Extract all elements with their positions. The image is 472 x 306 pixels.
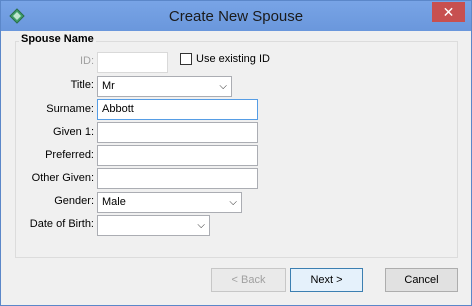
next-button[interactable]: Next > (290, 268, 363, 292)
dialog-body: Spouse Name ID: Use existing ID Title: M… (8, 31, 464, 298)
chevron-down-icon: ⌵ (197, 220, 205, 231)
group-legend: Spouse Name (19, 33, 96, 45)
given1-label: Given 1: (53, 126, 94, 138)
id-field (97, 52, 168, 73)
chevron-down-icon: ⌵ (219, 81, 227, 92)
surname-label: Surname: (46, 103, 94, 115)
title-select[interactable]: Mr ⌵ (97, 76, 232, 97)
dob-label: Date of Birth: (29, 218, 94, 230)
chevron-down-icon: ⌵ (229, 197, 237, 208)
dob-picker[interactable]: ⌵ (97, 215, 210, 236)
other-given-input[interactable] (97, 168, 258, 189)
back-button[interactable]: < Back (211, 268, 286, 292)
window-title: Create New Spouse (168, 8, 304, 25)
use-existing-id-label[interactable]: Use existing ID (196, 53, 270, 65)
cancel-button[interactable]: Cancel (385, 268, 458, 292)
use-existing-id-checkbox[interactable] (180, 53, 192, 65)
close-icon: ✕ (442, 4, 455, 20)
close-button[interactable]: ✕ (432, 2, 465, 22)
spouse-name-group: Spouse Name ID: Use existing ID Title: M… (15, 33, 458, 258)
preferred-label: Preferred: (45, 149, 94, 161)
gender-select[interactable]: Male ⌵ (97, 192, 242, 213)
title-value: Mr (102, 80, 115, 92)
surname-input[interactable]: Abbott (97, 99, 258, 120)
title-label: Title: (70, 79, 94, 91)
id-label: ID: (79, 55, 94, 67)
gender-value: Male (102, 196, 126, 208)
given1-input[interactable] (97, 122, 258, 143)
preferred-input[interactable] (97, 145, 258, 166)
other-given-label: Other Given: (31, 172, 94, 184)
dialog-window: Create New Spouse ✕ Spouse Name ID: Use … (0, 0, 472, 306)
gender-label: Gender: (54, 195, 94, 207)
title-bar[interactable]: Create New Spouse ✕ (1, 1, 471, 31)
